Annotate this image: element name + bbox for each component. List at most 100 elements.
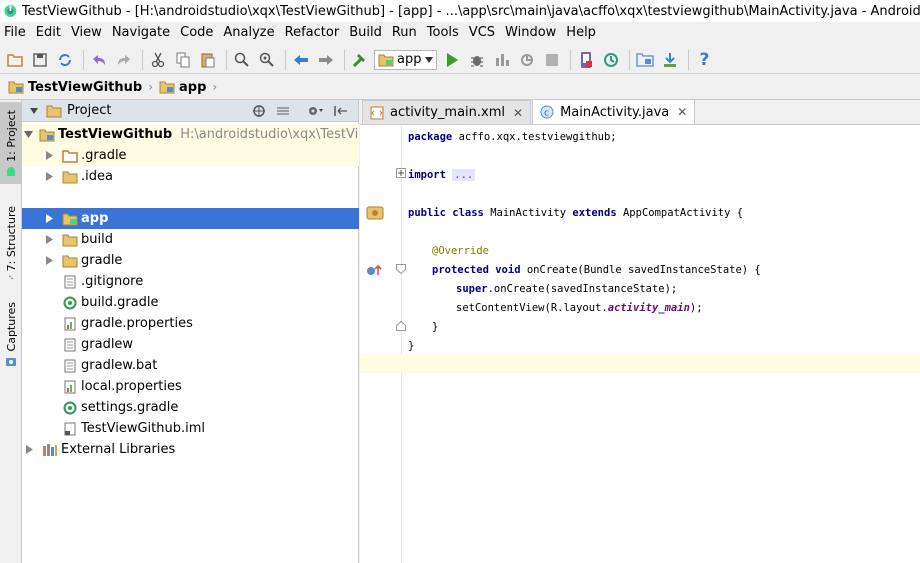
code-keyword: extends (572, 207, 617, 219)
title-bar: TestViewGithub - [H:\androidstudio\xqx\T… (0, 0, 920, 22)
tree-row[interactable]: local.properties (22, 376, 359, 397)
tree-row[interactable]: External Libraries (22, 439, 359, 460)
folded-imports[interactable]: ... (452, 169, 476, 181)
tab-activity-main-xml[interactable]: activity_main.xml ✕ (362, 100, 532, 124)
menu-analyze[interactable]: Analyze (218, 22, 279, 44)
profile-icon[interactable] (491, 49, 513, 71)
collapsed-arrow-icon[interactable] (24, 445, 36, 454)
menu-code[interactable]: Code (175, 22, 218, 44)
menu-vcs[interactable]: VCS (464, 22, 500, 44)
tree-row[interactable]: gradle (22, 250, 359, 271)
tool-window-structure-label: 7: Structure (4, 206, 18, 272)
hide-panel-icon[interactable] (334, 104, 348, 118)
breadcrumb-app[interactable]: app (159, 80, 206, 95)
open-folder-icon[interactable] (4, 49, 26, 71)
copy-icon[interactable] (172, 49, 194, 71)
run-config-dropdown[interactable]: app (374, 49, 438, 70)
menu-window[interactable]: Window (500, 22, 561, 44)
folder-icon (62, 169, 78, 185)
paste-icon[interactable] (197, 49, 219, 71)
chevron-down-icon (30, 107, 38, 114)
project-structure-icon[interactable] (634, 49, 656, 71)
tree-row[interactable]: gradlew.bat (22, 355, 359, 376)
tree-row[interactable]: gradlew (22, 334, 359, 355)
avd-manager-icon[interactable] (575, 49, 597, 71)
debug-icon[interactable] (466, 49, 488, 71)
tool-window-captures-label: Captures (4, 302, 18, 352)
menu-help[interactable]: Help (561, 22, 601, 44)
menu-navigate[interactable]: Navigate (107, 22, 175, 44)
override-method-icon[interactable] (366, 263, 382, 277)
svg-text:c: c (544, 109, 549, 119)
undo-icon[interactable] (88, 49, 110, 71)
menu-refactor[interactable]: Refactor (280, 22, 345, 44)
sync-icon[interactable] (54, 49, 76, 71)
collapsed-arrow-icon[interactable] (44, 151, 56, 160)
menu-edit[interactable]: Edit (31, 22, 66, 44)
tree-row-selected[interactable]: app (22, 208, 359, 229)
collapsed-arrow-icon[interactable] (44, 235, 56, 244)
collapsed-arrow-icon[interactable] (44, 256, 56, 265)
collapsed-arrow-icon[interactable] (44, 214, 56, 223)
tool-window-structure[interactable]: 7: Structure (0, 200, 22, 280)
tool-window-project[interactable]: 1: Project (0, 102, 22, 184)
tree-label: External Libraries (61, 442, 176, 457)
menu-build[interactable]: Build (344, 22, 387, 44)
gradle-sync-icon[interactable] (600, 49, 622, 71)
replace-icon[interactable] (256, 49, 278, 71)
attach-debugger-icon[interactable] (516, 49, 538, 71)
tree-row[interactable]: .gitignore (22, 271, 359, 292)
tree-path: H:\androidstudio\xqx\TestViewG (180, 127, 359, 142)
tree-label: build (81, 232, 113, 247)
run-config-label: app (397, 52, 422, 67)
tool-window-project-label: 1: Project (4, 110, 18, 162)
back-icon[interactable] (290, 49, 312, 71)
module-folder-icon (62, 211, 78, 227)
sdk-manager-icon[interactable] (659, 49, 681, 71)
close-icon[interactable]: ✕ (513, 106, 523, 120)
forward-icon[interactable] (315, 49, 337, 71)
tree-row[interactable]: build.gradle (22, 292, 359, 313)
scroll-from-source-icon[interactable] (252, 104, 266, 118)
gear-icon[interactable] (306, 104, 324, 118)
tree-row[interactable]: .gradle (22, 145, 359, 166)
tree-row[interactable]: build (22, 229, 359, 250)
code-text: setContentView(R.layout. (456, 302, 608, 314)
tree-row[interactable]: TestViewGithub.iml (22, 418, 359, 439)
folder-icon (62, 148, 78, 164)
find-icon[interactable] (231, 49, 253, 71)
tree-row[interactable]: .idea (22, 166, 359, 187)
collapsed-arrow-icon[interactable] (44, 172, 56, 181)
toolbar-separator (688, 49, 690, 70)
menu-tools[interactable]: Tools (422, 22, 464, 44)
structure-icon (9, 275, 13, 280)
collapse-all-icon[interactable] (276, 104, 290, 118)
tree-row[interactable]: settings.gradle (22, 397, 359, 418)
run-icon[interactable] (441, 49, 463, 71)
cut-icon[interactable] (147, 49, 169, 71)
tree-row[interactable]: TestViewGithub H:\androidstudio\xqx\Test… (22, 124, 359, 145)
expanded-arrow-icon[interactable] (24, 130, 33, 139)
breadcrumb-separator-icon: › (148, 80, 153, 94)
tool-window-captures[interactable]: Captures (0, 298, 22, 368)
breadcrumb: TestViewGithub › app › (0, 75, 920, 100)
menu-view[interactable]: View (66, 22, 107, 44)
help-button[interactable]: ? (693, 49, 715, 71)
redo-icon[interactable] (113, 49, 135, 71)
breadcrumb-project[interactable]: TestViewGithub (8, 80, 142, 95)
camera-icon (6, 358, 16, 367)
close-icon[interactable]: ✕ (677, 105, 687, 119)
menu-run[interactable]: Run (387, 22, 422, 44)
make-project-icon[interactable] (349, 49, 371, 71)
save-all-icon[interactable] (29, 49, 51, 71)
android-manifest-gutter-icon[interactable] (366, 206, 384, 220)
project-view-dropdown[interactable]: Project (28, 102, 232, 120)
tab-main-activity-java[interactable]: c MainActivity.java ✕ (532, 99, 696, 124)
menu-file[interactable]: File (0, 22, 31, 44)
folder-icon (62, 232, 78, 248)
tree-label: gradle.properties (81, 316, 193, 331)
stop-icon[interactable] (541, 49, 563, 71)
properties-icon (62, 316, 78, 332)
code-editor[interactable]: package acffo.xqx.testviewgithub; import… (360, 126, 920, 563)
tree-row[interactable]: gradle.properties (22, 313, 359, 334)
